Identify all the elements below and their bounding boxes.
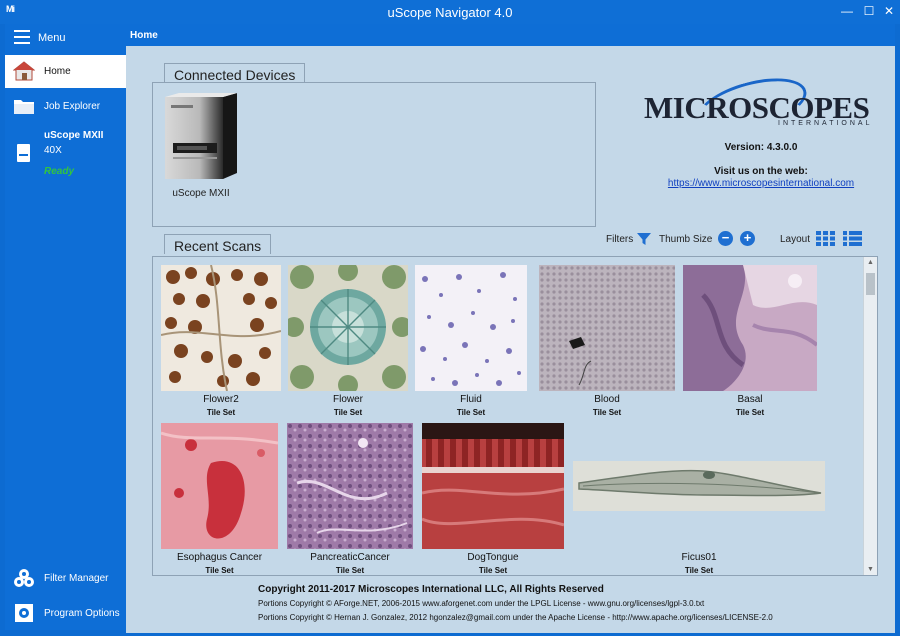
- device-magnification: 40X: [44, 145, 62, 156]
- scan-name: PancreaticCancer: [310, 552, 390, 563]
- microscopes-logo: MICROSCOPES INTERNATIONAL: [636, 68, 886, 142]
- settings-icon: [15, 604, 33, 622]
- copyright-text: Copyright 2011-2017 Microscopes Internat…: [258, 584, 604, 595]
- scanner-image: [165, 93, 237, 179]
- footer: Copyright 2011-2017 Microscopes Internat…: [126, 576, 895, 633]
- sidebar-item-label: Program Options: [44, 608, 120, 619]
- scroll-down-icon[interactable]: ▼: [867, 566, 874, 573]
- device-status: Ready: [44, 166, 75, 177]
- scan-type: Tile Set: [592, 408, 622, 417]
- scan-tile-flower[interactable]: Flower Tile Set: [288, 265, 408, 423]
- portion-copyright-gonzalez: Portions Copyright © Hernan J. Gonzalez,…: [258, 613, 773, 622]
- scan-type: Tile Set: [206, 408, 236, 417]
- scan-tile-ficus01[interactable]: Ficus01 Tile Set: [573, 423, 825, 575]
- scan-name: Esophagus Cancer: [176, 552, 263, 563]
- scan-tile-basal[interactable]: Basal Tile Set: [683, 265, 817, 423]
- scan-name: Flower: [332, 394, 363, 405]
- layout-label: Layout: [780, 234, 811, 245]
- version-text: Version: 4.3.0.0: [724, 142, 798, 153]
- sidebar-item-label: Filter Manager: [44, 573, 109, 584]
- thumb-size-label: Thumb Size: [659, 234, 713, 245]
- scan-name: Blood: [594, 394, 620, 405]
- breadcrumb: Home: [126, 24, 895, 46]
- scan-thumbnail: [573, 461, 825, 511]
- portion-copyright-aforge: Portions Copyright © AForge.NET, 2006-20…: [258, 599, 705, 608]
- sidebar-item-job-explorer[interactable]: Job Explorer: [5, 90, 126, 123]
- scan-type: Tile Set: [333, 408, 363, 417]
- sidebar-item-filter-manager[interactable]: Filter Manager: [5, 562, 126, 595]
- scrollbar-thumb[interactable]: [866, 273, 875, 295]
- thumb-size-decrease-button[interactable]: −: [718, 231, 733, 246]
- scan-thumbnail: [161, 423, 278, 549]
- menu-toggle[interactable]: Menu: [5, 24, 126, 52]
- scan-thumbnail: [539, 265, 675, 391]
- scan-thumbnail: [683, 265, 817, 391]
- scan-thumbnail: [288, 265, 408, 391]
- logo-sub: INTERNATIONAL: [778, 120, 873, 127]
- sidebar-item-label: Job Explorer: [44, 101, 101, 112]
- website-link[interactable]: https://www.microscopesinternational.com: [636, 178, 886, 189]
- scan-type: Tile Set: [478, 566, 508, 575]
- device-name: uScope MXII: [44, 130, 104, 141]
- maximize-button[interactable]: ☐: [858, 2, 880, 20]
- filter-manager-icon: [14, 569, 34, 587]
- visit-text: Visit us on the web:: [714, 166, 808, 177]
- breadcrumb-home[interactable]: Home: [130, 30, 158, 41]
- home-icon: [13, 61, 35, 81]
- sidebar-item-program-options[interactable]: Program Options: [5, 597, 126, 630]
- scan-tile-fluid[interactable]: Fluid Tile Set: [415, 265, 527, 423]
- filter-icon[interactable]: [636, 231, 652, 247]
- recent-scans-panel: Flower2 Tile Set Flower Tile Set Fluid T…: [152, 256, 878, 576]
- scan-name: Ficus01: [681, 552, 717, 563]
- scan-type: Tile Set: [456, 408, 486, 417]
- scan-type: Tile Set: [684, 566, 714, 575]
- connected-devices-header: Connected Devices: [164, 63, 306, 83]
- connected-devices-panel: uScope MXII: [152, 82, 596, 227]
- scan-thumbnail: [287, 423, 413, 549]
- menu-label: Menu: [38, 32, 66, 44]
- scan-name: DogTongue: [467, 552, 519, 563]
- scan-thumbnail: [161, 265, 281, 391]
- scan-tile-dogtongue[interactable]: DogTongue Tile Set: [422, 423, 564, 575]
- minimize-button[interactable]: —: [836, 2, 858, 20]
- scroll-up-icon[interactable]: ▲: [867, 259, 874, 266]
- list-layout-icon[interactable]: [843, 231, 862, 246]
- scan-tile-pancreatic-cancer[interactable]: PancreaticCancer Tile Set: [287, 423, 413, 575]
- recent-scans-header: Recent Scans: [164, 234, 272, 254]
- scan-thumbnail: [422, 423, 564, 549]
- scan-tile-esophagus-cancer[interactable]: Esophagus Cancer Tile Set: [161, 423, 278, 575]
- main-content: Home Connected Devices uScope MXII MICRO…: [126, 24, 895, 633]
- scan-name: Basal: [737, 394, 763, 405]
- hamburger-icon: [14, 30, 30, 44]
- scan-thumbnail: [415, 265, 527, 391]
- title-bar: Mi uScope Navigator 4.0 — ☐ ✕: [0, 0, 900, 24]
- scan-type: Tile Set: [335, 566, 365, 575]
- sidebar-item-label: Home: [44, 66, 71, 77]
- window-title: uScope Navigator 4.0: [387, 5, 513, 20]
- sidebar-device-uscope[interactable]: uScope MXII 40X Ready: [5, 126, 126, 181]
- scan-tile-blood[interactable]: Blood Tile Set: [539, 265, 675, 423]
- folder-icon: [14, 100, 34, 114]
- scan-name: Flower2: [203, 394, 239, 405]
- scanner-icon: [17, 144, 30, 162]
- scan-tile-flower2[interactable]: Flower2 Tile Set: [161, 265, 281, 423]
- device-card-label: uScope MXII: [172, 188, 230, 199]
- scan-type: Tile Set: [205, 566, 234, 575]
- thumb-size-increase-button[interactable]: +: [740, 231, 755, 246]
- scans-scrollbar[interactable]: ▲ ▼: [863, 257, 877, 575]
- scan-type: Tile Set: [735, 408, 765, 417]
- scan-name: Fluid: [460, 394, 482, 405]
- grid-layout-icon[interactable]: [816, 231, 835, 246]
- filters-label: Filters: [606, 234, 634, 245]
- close-button[interactable]: ✕: [878, 2, 900, 20]
- sidebar: Menu Home Job Explorer uScope MXII 40X R…: [5, 24, 126, 630]
- device-card-uscope[interactable]: uScope MXII: [163, 93, 241, 211]
- sidebar-item-home[interactable]: Home: [5, 55, 126, 88]
